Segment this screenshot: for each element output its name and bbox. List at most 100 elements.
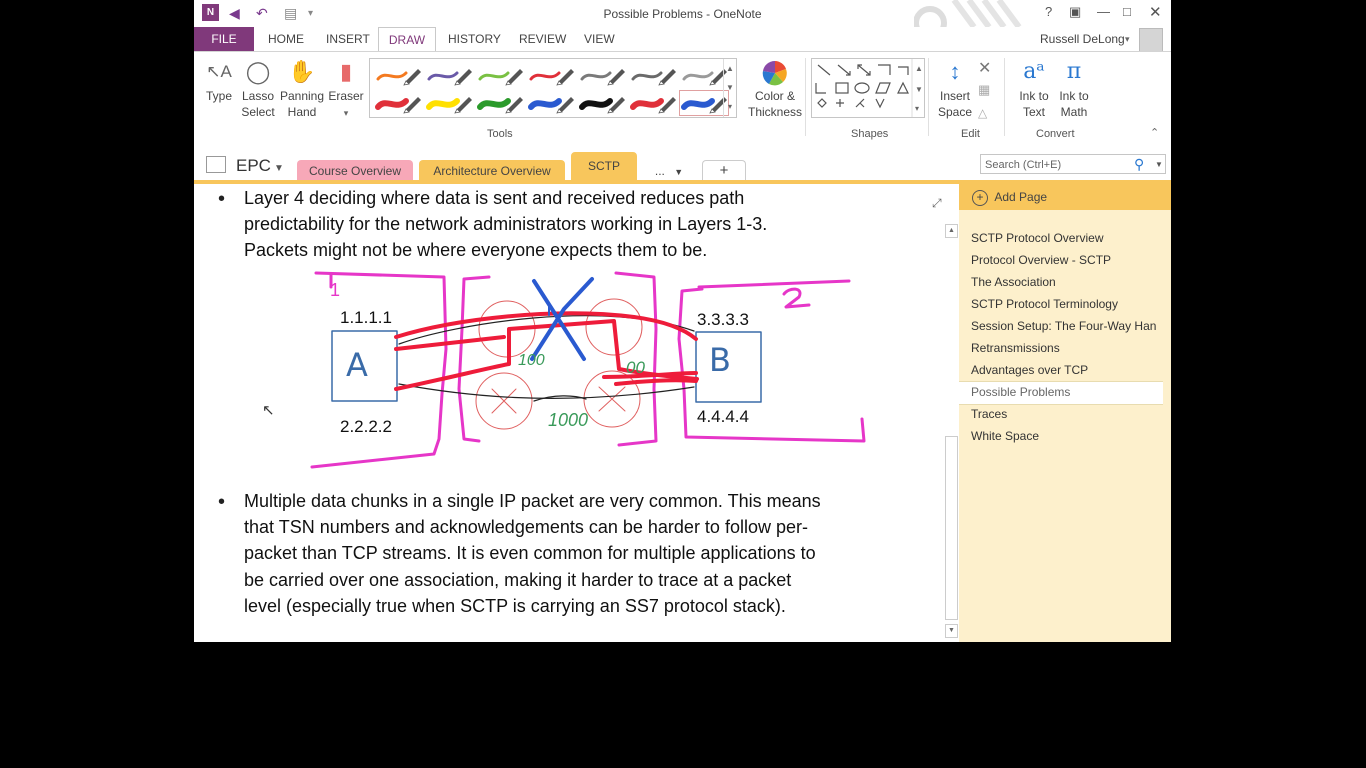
pen-swatch[interactable] [425,63,473,87]
add-page-button[interactable]: + Add Page [959,184,1171,210]
pen-swatch[interactable] [425,91,473,115]
paragraph-1: Layer 4 deciding where data is sent and … [244,188,768,261]
page-item[interactable]: Retransmissions [971,341,1060,355]
gallery-down-icon[interactable]: ▼ [726,83,734,92]
group-label-shapes: Shapes [851,128,889,140]
pen-swatch[interactable] [578,91,626,115]
chevron-down-icon[interactable]: ▾ [344,108,349,118]
pen-swatch[interactable] [680,63,728,87]
pen-swatch[interactable] [527,91,575,115]
pen-swatch[interactable] [629,91,677,115]
page-item[interactable]: SCTP Protocol Terminology [971,297,1118,311]
ip-label-3: 3.3.3.3 [697,310,749,329]
pi-icon: π [1066,59,1082,84]
page-item[interactable]: Session Setup: The Four-Way Han [971,319,1156,333]
pen-swatch[interactable] [476,63,524,87]
page-item[interactable]: SCTP Protocol Overview [971,231,1104,245]
hand-icon: ✋ [288,59,316,84]
ip-label-1: 1.1.1.1 [340,308,392,327]
section-tab-architecture-overview[interactable]: Architecture Overview [419,160,565,182]
lasso-select-button[interactable]: ◯ Lasso Select [233,56,283,120]
eraser-button[interactable]: ▮ Eraser ▾ [321,56,371,121]
color-thickness-button[interactable]: Color & Thickness [747,56,803,120]
collapse-ribbon-icon[interactable]: ⌃ [1150,126,1159,139]
minimize-button[interactable]: — [1097,4,1110,19]
pen-swatch[interactable] [578,63,626,87]
shapes-icon[interactable]: ▲ ▼ ▾ [812,59,924,117]
page-item[interactable]: Advantages over TCP [971,363,1088,377]
node-a-label: A [346,346,368,384]
network-diagram[interactable] [304,269,874,474]
notebook-icon[interactable] [206,156,226,173]
chevron-down-icon[interactable]: ▾ [1125,34,1130,45]
section-tab-course-overview[interactable]: Course Overview [297,160,413,182]
ip-label-2: 2.2.2.2 [340,417,392,436]
page-item[interactable]: White Space [971,429,1039,443]
paragraph-2: Multiple data chunks in a single IP pack… [244,491,821,616]
ink-to-math-button[interactable]: π Ink to Math [1049,56,1099,120]
page-list: + Add Page SCTP Protocol Overview Protoc… [959,184,1171,642]
page-item[interactable]: Traces [971,407,1007,421]
chevron-down-icon[interactable]: ▼ [1155,160,1163,169]
eraser-icon: ▮ [339,59,353,84]
page-item[interactable]: The Association [971,275,1056,289]
full-page-view-icon[interactable]: ▣ [1069,4,1081,20]
color-wheel-icon [747,56,803,88]
chevron-down-icon[interactable]: ▼ [274,163,284,174]
gallery-up-icon[interactable]: ▲ [726,64,734,73]
search-icon[interactable]: ⚲ [1134,156,1144,173]
pen-swatch[interactable] [374,91,422,115]
close-button[interactable]: ✕ [1149,3,1162,21]
tab-insert[interactable]: INSERT [326,32,370,46]
onenote-window: N ◀ ↶ ▤ ▾ Possible Problems - OneNote ? … [194,0,1171,642]
link-cost-right: 00 [626,358,645,377]
gallery-more-icon[interactable]: ▾ [728,102,732,111]
section-tab-sctp[interactable]: SCTP [571,152,637,182]
tab-view[interactable]: VIEW [584,32,615,46]
maximize-button[interactable]: □ [1123,4,1131,19]
scroll-up-icon[interactable]: ▲ [945,224,958,238]
lasso-icon: ◯ [245,59,271,84]
shapes-gallery: ▲ ▼ ▾ [811,58,925,118]
page-item[interactable]: Protocol Overview - SCTP [971,253,1111,267]
pen-swatch[interactable] [679,90,729,116]
scroll-down-icon[interactable]: ▼ [945,624,958,638]
tab-file[interactable]: FILE [194,27,254,51]
expand-icon[interactable]: ⤢ [932,196,942,211]
insert-space-icon: ↕ [949,59,961,84]
title-bar: N ◀ ↶ ▤ ▾ Possible Problems - OneNote ? … [194,0,1171,27]
scroll-thumb[interactable] [945,436,958,620]
pen-swatch[interactable] [476,91,524,115]
help-button[interactable]: ? [1045,4,1052,19]
handwritten-mark-1: 1 [330,280,341,300]
pen-swatch[interactable] [629,63,677,87]
notebook-name[interactable]: EPC [236,156,271,176]
bullet-icon: • [218,491,226,513]
svg-text:▾: ▾ [915,104,919,113]
arrange-icon[interactable]: ▦ [978,82,990,98]
tab-home[interactable]: HOME [268,32,304,46]
page-content[interactable]: ⤢ • Layer 4 deciding where data is sent … [194,184,944,642]
pen-swatch[interactable] [527,63,575,87]
delete-icon[interactable]: ✕ [978,58,991,78]
section-more-button[interactable]: ... ▼ [643,160,695,182]
page-item-selected[interactable]: Possible Problems [971,385,1070,399]
link-cost-bottom: 1000 [548,410,589,430]
rotate-icon[interactable]: △ [978,106,987,120]
vertical-scrollbar[interactable]: ▲ ▼ [944,224,959,642]
user-name[interactable]: Russell DeLong [1040,32,1125,46]
tab-review[interactable]: REVIEW [519,32,566,46]
ribbon-draw: ↖A Type ◯ Lasso Select ✋ Panning Hand ▮ … [194,51,1171,147]
panning-hand-button[interactable]: ✋ Panning Hand [277,56,327,120]
svg-text:▼: ▼ [915,85,923,94]
title-decoration-icon [914,0,1022,27]
plus-icon: + [972,190,988,206]
tab-draw[interactable]: DRAW [378,27,436,52]
ribbon-tab-row: FILE HOME INSERT DRAW HISTORY REVIEW VIE… [194,27,1171,52]
node-b-label: B [709,341,731,379]
pen-swatch[interactable] [374,63,422,87]
insert-space-button[interactable]: ↕ Insert Space [930,56,980,120]
link-cost-left: 100 [518,352,545,369]
tab-history[interactable]: HISTORY [448,32,501,46]
avatar[interactable] [1139,28,1163,52]
